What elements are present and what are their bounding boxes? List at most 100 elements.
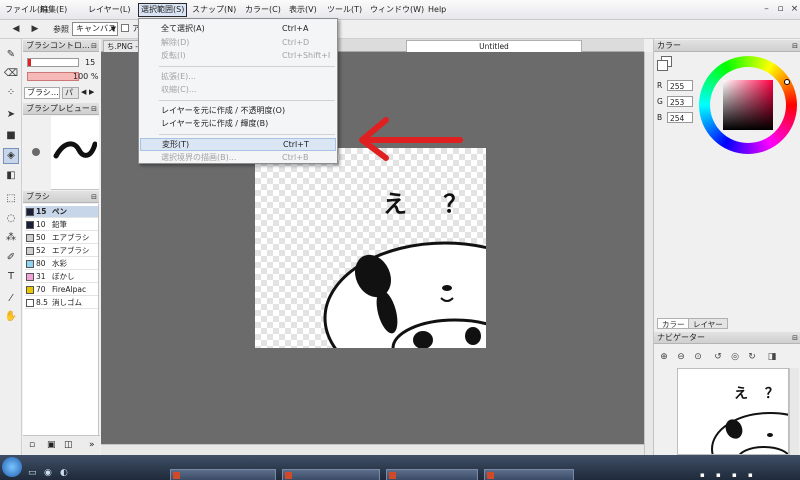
tab-color[interactable]: カラー [657,318,690,329]
brush-item[interactable]: 52 エアブラシ [25,245,98,257]
hand-tool-icon[interactable]: ✋ [3,309,19,325]
move-tool-icon[interactable]: ➤ [3,107,19,123]
taskbar-window-4[interactable] [484,469,574,480]
taskbar-window-3[interactable] [386,469,478,480]
dropdown-item[interactable]: レイヤーを元に作成 / 輝度(B) [140,117,336,130]
horizontal-scrollbar[interactable] [101,444,644,455]
text-tool-icon[interactable]: T [3,269,19,285]
saturation-square[interactable] [723,80,773,130]
brush-item[interactable]: 70 FireAlpac [25,284,98,296]
zoom-out-icon[interactable]: ⊖ [675,351,687,363]
tab-next-icon[interactable]: ▶ [89,88,94,96]
g-input[interactable]: 253 [667,96,693,107]
rotate-left-icon[interactable]: ↺ [712,351,724,363]
select-rect-tool-icon[interactable]: ⬚ [3,191,19,207]
bucket-tool-icon[interactable]: ◈ [3,148,19,164]
magic-wand-tool-icon[interactable]: ⁂ [3,230,19,246]
dots-tool-icon[interactable]: ⁘ [3,85,19,101]
reference-select[interactable]: キャンバス ▼ [72,22,118,36]
menu-separator [159,133,335,135]
opacity-slider[interactable] [27,72,79,81]
prev-icon[interactable]: ◀ [10,23,22,35]
flip-icon[interactable]: ◨ [766,351,778,363]
tab-prev-icon[interactable]: ◀ [81,88,86,96]
drawing-canvas[interactable]: え ？ [255,148,486,348]
tab-document-1[interactable]: ち.PNG - [103,40,143,52]
delete-brush-icon[interactable]: ◫ [64,440,73,450]
menu-item-5[interactable]: カラー(C) [243,3,283,17]
zoom-fit-icon[interactable]: ⊙ [692,351,704,363]
vertical-scrollbar[interactable] [644,52,653,455]
tab-brush[interactable]: ブラシ… [24,87,60,99]
brush-item[interactable]: 50 エアブラシ [25,232,98,244]
size-slider-fill [28,59,31,66]
dropdown-item[interactable]: 全て選択(A) Ctrl+A [140,22,336,35]
brush-control-panel: 15 100 % ブラシ… パ ◀ ▶ [23,53,99,102]
tab-document-untitled[interactable]: Untitled [406,40,582,52]
start-button-icon[interactable] [2,457,22,477]
size-slider[interactable] [27,58,79,67]
eraser-tool-icon[interactable]: ⌫ [3,66,19,82]
pen-tool-icon[interactable]: ✎ [3,47,19,63]
quicklaunch-icon-3[interactable]: ◐ [60,468,68,478]
restore-icon[interactable]: ▫ [775,4,786,15]
next-icon[interactable]: ▶ [29,23,41,35]
quicklaunch-icon[interactable]: ▭ [28,468,37,478]
hue-ring[interactable] [699,56,797,154]
close-icon[interactable]: × [789,4,800,15]
dropdown-item: 収縮(C)... [140,83,336,96]
panel-close-icon[interactable]: ⊟ [792,40,798,52]
menu-item-7[interactable]: ツール(T) [325,3,364,17]
menu-item-6[interactable]: 表示(V) [287,3,319,17]
quicklaunch-icon-2[interactable]: ◉ [44,468,52,478]
hue-marker[interactable] [784,79,790,85]
tray-icon-3[interactable]: ▪ [732,471,737,479]
brush-item[interactable]: 8.5 消しゴム [25,297,98,309]
brush-item[interactable]: 80 水彩 [25,258,98,270]
eyedropper-tool-icon[interactable]: ⁄ [3,291,19,307]
rotate-reset-icon[interactable]: ◎ [729,351,741,363]
brush-item[interactable]: 31 ぼかし [25,271,98,283]
r-input[interactable]: 255 [667,80,693,91]
panel-close-icon[interactable]: ⊟ [792,332,798,344]
panel-close-icon[interactable]: ⊟ [91,40,97,52]
menu-item-3[interactable]: 選択範囲(S) [138,3,188,17]
menu-item-8[interactable]: ウィンドウ(W) [368,3,426,17]
secondary-color-swatch[interactable] [657,60,668,71]
tab-layer[interactable]: レイヤー [688,318,728,329]
minimize-icon[interactable]: – [761,4,772,15]
menu-item-1[interactable]: 編集(E) [38,3,69,17]
navigator-scrollbar[interactable] [789,368,799,455]
anti-alias-checkbox[interactable] [121,24,129,32]
gradient-tool-icon[interactable]: ◧ [3,168,19,184]
new-brush-icon[interactable]: ▫ [29,440,35,450]
panel-close-icon[interactable]: ⊟ [91,191,97,203]
dropdown-item-shortcut: Ctrl+D [282,37,310,47]
zoom-in-icon[interactable]: ⊕ [658,351,670,363]
brush-color-swatch [26,234,34,242]
select-pen-tool-icon[interactable]: ✐ [3,250,19,266]
lasso-tool-icon[interactable]: ◌ [3,211,19,227]
menu-item-4[interactable]: スナップ(N) [190,3,238,17]
brush-item[interactable]: 15 ペン [25,206,98,218]
dropdown-item[interactable]: 変形(T) Ctrl+T [140,137,336,151]
preview-dot [32,148,40,156]
dropdown-item[interactable]: レイヤーを元に作成 / 不透明度(O) [140,104,336,117]
taskbar-window-2[interactable] [282,469,380,480]
more-icon[interactable]: » [89,440,95,450]
taskbar-window-1[interactable] [170,469,276,480]
menu-item-9[interactable]: Help [426,3,448,17]
edit-brush-icon[interactable]: ▣ [47,440,56,450]
panel-close-icon[interactable]: ⊟ [91,103,97,115]
b-input[interactable]: 254 [667,112,693,123]
rotate-right-icon[interactable]: ↻ [746,351,758,363]
tray-icon[interactable]: ▪ [700,471,705,479]
fill-rect-tool-icon[interactable]: ■ [3,128,19,144]
brush-item[interactable]: 10 鉛筆 [25,219,98,231]
tab-palette[interactable]: パ [62,87,79,99]
tray-icon-4[interactable]: ▪ [748,471,753,479]
preview-dot-area [23,116,51,190]
brush-size: 80 [36,259,46,268]
menu-item-2[interactable]: レイヤー(L) [86,3,132,17]
tray-icon-2[interactable]: ▪ [716,471,721,479]
